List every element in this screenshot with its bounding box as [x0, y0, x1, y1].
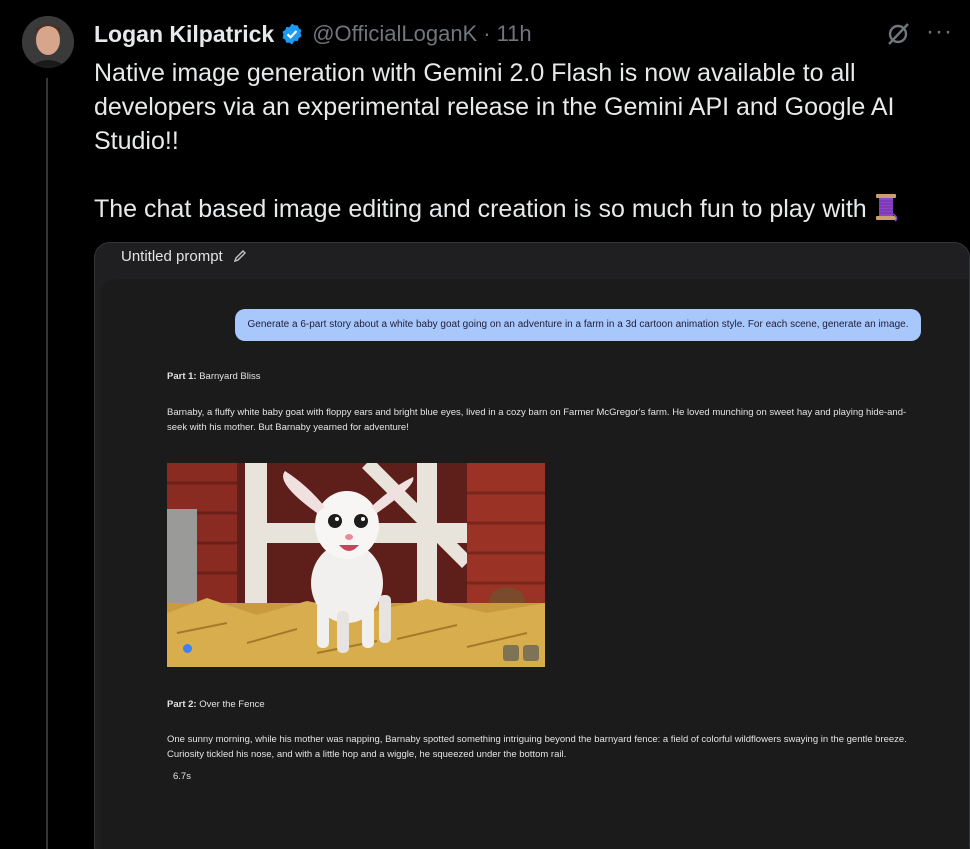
- generated-goat-image[interactable]: [167, 463, 545, 667]
- tweet-text: Native image generation with Gemini 2.0 …: [94, 56, 954, 226]
- part-1-heading: Part 1: Barnyard Bliss: [167, 371, 260, 382]
- part-2-label: Part 2:: [167, 699, 197, 710]
- part-1-text: Barnaby, a fluffy white baby goat with f…: [167, 407, 907, 433]
- part-2-title: Over the Fence: [196, 699, 265, 710]
- chat-area: Generate a 6-part story about a white ba…: [101, 279, 969, 849]
- tweet-paragraph-2: The chat based image editing and creatio…: [94, 192, 954, 226]
- tweet-header: Logan Kilpatrick @OfficialLoganK · 11h ·…: [94, 18, 960, 50]
- prompt-title[interactable]: Untitled prompt: [121, 248, 247, 265]
- prompt-title-text: Untitled prompt: [121, 248, 223, 265]
- verified-badge-icon: [280, 22, 304, 46]
- attached-screenshot[interactable]: Untitled prompt Generate a 6-part story …: [94, 242, 970, 849]
- elapsed-time: 6.7s: [173, 771, 191, 782]
- tweet-paragraph-1: Native image generation with Gemini 2.0 …: [94, 59, 895, 155]
- part-1-title: Barnyard Bliss: [196, 371, 261, 382]
- separator-dot: ·: [483, 21, 491, 46]
- settings-icon[interactable]: [523, 645, 539, 661]
- grok-icon[interactable]: [884, 20, 912, 48]
- tweet-time[interactable]: 11h: [497, 21, 532, 47]
- part-2-heading: Part 2: Over the Fence: [167, 699, 265, 710]
- spool-of-thread-icon: [873, 192, 899, 222]
- more-icon[interactable]: ···: [926, 20, 956, 48]
- studio-topbar: Untitled prompt: [95, 243, 969, 279]
- image-indicator-dot: [183, 644, 192, 653]
- author-avatar[interactable]: [22, 16, 74, 68]
- pencil-icon[interactable]: [233, 249, 247, 263]
- download-icon[interactable]: [503, 645, 519, 661]
- thread-line: [46, 78, 48, 849]
- part-2-text: One sunny morning, while his mother was …: [167, 734, 907, 760]
- author-name[interactable]: Logan Kilpatrick: [94, 21, 274, 48]
- tweet-paragraph-2-text: The chat based image editing and creatio…: [94, 195, 867, 223]
- author-handle[interactable]: @OfficialLoganK: [312, 21, 477, 47]
- part-1-label: Part 1:: [167, 371, 197, 382]
- user-prompt-bubble: Generate a 6-part story about a white ba…: [235, 309, 921, 341]
